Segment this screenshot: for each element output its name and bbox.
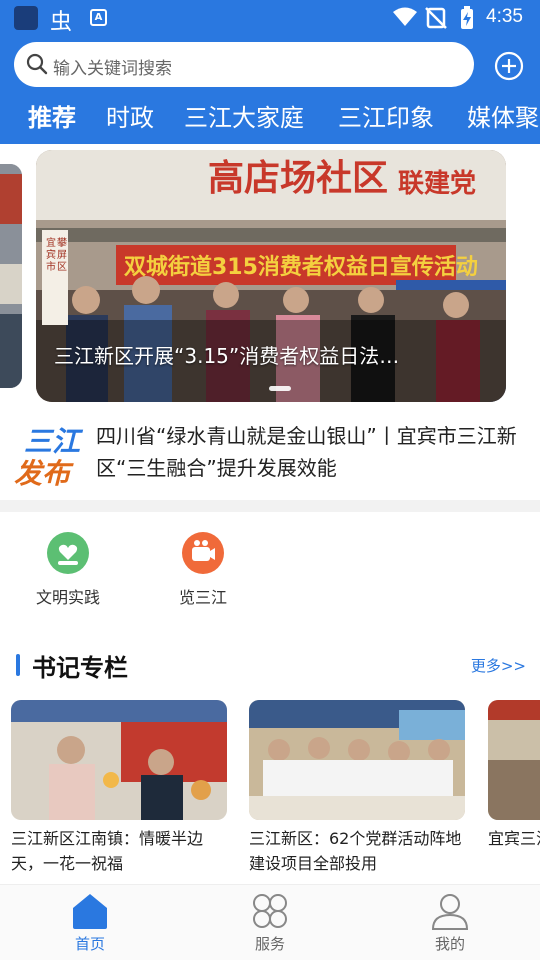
section-header: 书记专栏 更多>> [0, 648, 540, 684]
app-header: 输入关键词搜索 推荐 时政 三江大家庭 三江印象 媒体聚 [0, 36, 540, 144]
section-divider [0, 500, 540, 512]
heart-hand-icon [47, 532, 89, 574]
article-card[interactable]: 三江新区江南镇：情暖半边天，一花一祝福 [11, 700, 227, 878]
nav-label: 首页 [74, 935, 105, 953]
quick-link-label: 文明实践 [35, 588, 100, 607]
sanjiang-release-logo: 三江 发布 [14, 420, 88, 490]
news-headline-text[interactable]: 四川省“绿水青山就是金山银山”丨宜宾市三江新区“三生融合”提升发展效能 [96, 420, 526, 484]
previous-banner-card[interactable] [0, 164, 22, 388]
scene-sign-top: 高店场社区 [208, 158, 388, 199]
nav-label: 我的 [434, 935, 465, 953]
bottom-navigation: 首页 服务 我的 [0, 884, 540, 960]
services-grid-icon [230, 891, 310, 931]
tab-sanjiang-impression[interactable]: 三江印象 [338, 98, 434, 133]
scene-vertical-sign-2: 攀屏区 [57, 236, 67, 273]
carousel-indicator [269, 386, 291, 391]
search-placeholder: 输入关键词搜索 [53, 59, 172, 79]
section-accent-bar [16, 654, 20, 676]
quick-link-civilization-practice[interactable]: 文明实践 [18, 532, 118, 608]
article-card[interactable]: 三江新区：62个党群活动阵地建设项目全部投用 [249, 700, 465, 878]
previous-banner-image [0, 164, 22, 388]
tab-recommend[interactable]: 推荐 [28, 98, 76, 133]
bug-icon: 虫 [50, 10, 73, 35]
channel-tabs: 推荐 时政 三江大家庭 三江印象 媒体聚 [0, 98, 540, 138]
scene-banner-text: 双城街道315消费者权益日宣传活动 [124, 254, 478, 280]
quick-link-label: 览三江 [178, 588, 227, 607]
logo-line-2: 发布 [14, 457, 71, 490]
banner-caption: 三江新区开展“3.15”消费者权益日法… [54, 344, 400, 368]
tab-politics[interactable]: 时政 [106, 98, 154, 133]
nav-services[interactable]: 服务 [230, 891, 310, 954]
section-title: 书记专栏 [32, 654, 128, 682]
tab-sanjiang-family[interactable]: 三江大家庭 [184, 98, 304, 133]
scene-sign-right: 联建党 [398, 169, 476, 199]
article-thumbnail [11, 700, 227, 820]
article-card-list: 三江新区江南镇：情暖半边天，一花一祝福 三江新区：62个党群活动阵地建设项目全部… [0, 700, 540, 880]
video-camera-icon [182, 532, 224, 574]
quick-link-view-sanjiang[interactable]: 览三江 [153, 532, 253, 608]
wifi-icon [393, 7, 417, 26]
news-headline-row[interactable]: 三江 发布 四川省“绿水青山就是金山银山”丨宜宾市三江新区“三生融合”提升发展效… [0, 412, 540, 498]
scene-vertical-sign-1: 宜宾市 [46, 236, 56, 273]
banner-carousel[interactable]: 高店场社区 联建党 双城街道315消费者权益日宣传活动 宜宾市 攀屏区 三江新区… [0, 150, 540, 402]
article-caption: 宜宾三江责任 筑 [488, 829, 540, 848]
search-icon [26, 53, 48, 75]
search-input[interactable]: 输入关键词搜索 [14, 42, 474, 87]
app-square-icon [14, 6, 38, 30]
article-thumbnail [488, 700, 540, 820]
article-caption: 三江新区江南镇：情暖半边天，一花一祝福 [11, 829, 204, 873]
status-bar: 虫 A 4:35 [0, 0, 540, 36]
nav-label: 服务 [254, 935, 285, 953]
tab-media[interactable]: 媒体聚 [467, 98, 539, 133]
quick-links: 文明实践 览三江 [0, 520, 540, 620]
clock-time: 4:35 [486, 6, 523, 27]
no-sim-icon [425, 7, 447, 29]
add-plus-icon[interactable] [493, 50, 525, 82]
article-thumbnail [249, 700, 465, 820]
nav-home[interactable]: 首页 [50, 891, 130, 954]
home-icon [50, 891, 130, 931]
more-link[interactable]: 更多>> [471, 655, 526, 676]
profile-icon [410, 891, 490, 931]
nav-profile[interactable]: 我的 [410, 891, 490, 954]
article-caption: 三江新区：62个党群活动阵地建设项目全部投用 [249, 829, 462, 873]
article-card[interactable]: 宜宾三江责任 筑 [488, 700, 540, 878]
a-notification-icon: A [90, 9, 107, 26]
main-banner-card[interactable]: 高店场社区 联建党 双城街道315消费者权益日宣传活动 宜宾市 攀屏区 三江新区… [36, 150, 506, 402]
battery-charging-icon [461, 6, 473, 29]
